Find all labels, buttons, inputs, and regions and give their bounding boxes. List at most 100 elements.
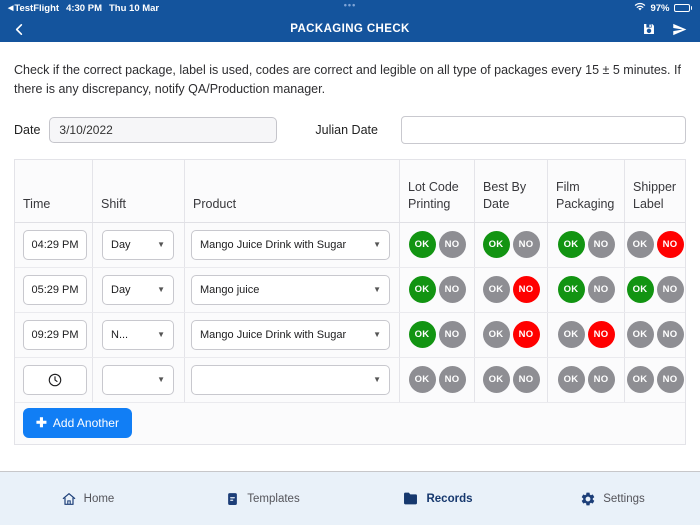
top-bar: ◀ TestFlight 4:30 PM Thu 10 Mar ••• 97% xyxy=(0,0,700,42)
tab-settings[interactable]: Settings xyxy=(525,491,700,507)
chevron-down-icon: ▼ xyxy=(373,285,381,294)
col-header-film: Film Packaging xyxy=(548,160,625,222)
product-value: Mango Juice Drink with Sugar xyxy=(200,239,346,251)
film-toggle: OKNO xyxy=(558,321,615,348)
time-value: 09:29 PM xyxy=(31,329,78,341)
time-value: 05:29 PM xyxy=(31,284,78,296)
return-to-app[interactable]: ◀ TestFlight xyxy=(8,3,59,14)
document-icon xyxy=(225,491,240,507)
tab-home[interactable]: Home xyxy=(0,491,175,507)
no-button[interactable]: NO xyxy=(657,321,684,348)
lot-code-toggle: OKNO xyxy=(409,231,466,258)
no-button[interactable]: NO xyxy=(657,366,684,393)
no-button[interactable]: NO xyxy=(657,231,684,258)
ok-button[interactable]: OK xyxy=(558,231,585,258)
no-button[interactable]: NO xyxy=(439,276,466,303)
shipper-toggle: OKNO xyxy=(627,321,684,348)
tab-records-label: Records xyxy=(426,493,472,505)
status-time: 4:30 PM xyxy=(66,3,102,14)
chevron-down-icon: ▼ xyxy=(157,330,165,339)
folder-icon xyxy=(402,491,419,506)
table-header-row: Time Shift Product Lot Code Printing Bes… xyxy=(15,160,685,223)
chevron-down-icon: ▼ xyxy=(373,375,381,384)
tab-records[interactable]: Records xyxy=(350,491,525,506)
no-button[interactable]: NO xyxy=(439,321,466,348)
status-bar: ◀ TestFlight 4:30 PM Thu 10 Mar ••• 97% xyxy=(0,0,700,16)
shift-select[interactable]: N...▼ xyxy=(102,320,174,350)
ok-button[interactable]: OK xyxy=(627,321,654,348)
time-value: 04:29 PM xyxy=(31,239,78,251)
save-button[interactable] xyxy=(642,22,656,36)
shift-select[interactable]: Day▼ xyxy=(102,275,174,305)
ok-button[interactable]: OK xyxy=(558,276,585,303)
page-title: PACKAGING CHECK xyxy=(0,23,700,35)
no-button[interactable]: NO xyxy=(513,231,540,258)
chevron-down-icon: ▼ xyxy=(373,240,381,249)
ok-button[interactable]: OK xyxy=(627,276,654,303)
instructions-text: Check if the correct package, label is u… xyxy=(14,61,686,100)
table-row: 05:29 PM Day▼ Mango juice▼ OKNO OKNO OKN… xyxy=(15,268,685,313)
no-button[interactable]: NO xyxy=(588,231,615,258)
product-select[interactable]: ▼ xyxy=(191,365,390,395)
no-button[interactable]: NO xyxy=(439,231,466,258)
chevron-down-icon: ▼ xyxy=(373,330,381,339)
ok-button[interactable]: OK xyxy=(409,366,436,393)
clock-icon xyxy=(47,372,63,388)
time-input[interactable]: 09:29 PM xyxy=(23,320,87,350)
film-toggle: OKNO xyxy=(558,366,615,393)
time-input[interactable] xyxy=(23,365,87,395)
film-toggle: OKNO xyxy=(558,231,615,258)
shipper-toggle: OKNO xyxy=(627,231,684,258)
packaging-check-table: Time Shift Product Lot Code Printing Bes… xyxy=(14,159,686,445)
shift-select[interactable]: Day▼ xyxy=(102,230,174,260)
table-row: 09:29 PM N...▼ Mango Juice Drink with Su… xyxy=(15,313,685,358)
ok-button[interactable]: OK xyxy=(627,366,654,393)
no-button[interactable]: NO xyxy=(588,276,615,303)
no-button[interactable]: NO xyxy=(513,366,540,393)
no-button[interactable]: NO xyxy=(588,366,615,393)
bottom-tab-bar: Home Templates Records Settings xyxy=(0,471,700,525)
shift-select[interactable]: ▼ xyxy=(102,365,174,395)
no-button[interactable]: NO xyxy=(588,321,615,348)
ok-button[interactable]: OK xyxy=(483,231,510,258)
time-input[interactable]: 04:29 PM xyxy=(23,230,87,260)
julian-date-field[interactable] xyxy=(401,116,686,144)
ok-button[interactable]: OK xyxy=(558,321,585,348)
ok-button[interactable]: OK xyxy=(409,276,436,303)
time-input[interactable]: 05:29 PM xyxy=(23,275,87,305)
add-another-button[interactable]: ✚ Add Another xyxy=(23,408,132,438)
date-field[interactable]: 3/10/2022 xyxy=(49,117,277,143)
send-button[interactable] xyxy=(671,22,688,37)
back-button[interactable] xyxy=(12,22,27,37)
ok-button[interactable]: OK xyxy=(483,321,510,348)
table-footer: ✚ Add Another xyxy=(15,403,685,444)
no-button[interactable]: NO xyxy=(513,321,540,348)
product-value: Mango Juice Drink with Sugar xyxy=(200,329,346,341)
tab-templates[interactable]: Templates xyxy=(175,491,350,507)
wifi-icon xyxy=(634,2,646,14)
product-select[interactable]: Mango Juice Drink with Sugar ▼ xyxy=(191,320,390,350)
film-toggle: OKNO xyxy=(558,276,615,303)
date-form-row: Date 3/10/2022 Julian Date xyxy=(14,116,686,144)
ok-button[interactable]: OK xyxy=(483,366,510,393)
lot-code-toggle: OKNO xyxy=(409,321,466,348)
product-select[interactable]: Mango juice▼ xyxy=(191,275,390,305)
shift-value: Day xyxy=(111,239,131,251)
no-button[interactable]: NO xyxy=(439,366,466,393)
no-button[interactable]: NO xyxy=(513,276,540,303)
ok-button[interactable]: OK xyxy=(409,231,436,258)
ok-button[interactable]: OK xyxy=(409,321,436,348)
ok-button[interactable]: OK xyxy=(627,231,654,258)
no-button[interactable]: NO xyxy=(657,276,684,303)
battery-icon xyxy=(674,4,693,12)
add-another-label: Add Another xyxy=(53,416,119,430)
return-app-label: TestFlight xyxy=(14,3,59,14)
table-row: 04:29 PM Day▼ Mango Juice Drink with Sug… xyxy=(15,223,685,268)
nav-bar: PACKAGING CHECK xyxy=(0,16,700,42)
gear-icon xyxy=(580,491,596,507)
product-select[interactable]: Mango Juice Drink with Sugar ▼ xyxy=(191,230,390,260)
ok-button[interactable]: OK xyxy=(483,276,510,303)
shift-value: Day xyxy=(111,284,131,296)
ok-button[interactable]: OK xyxy=(558,366,585,393)
col-header-best-by: Best By Date xyxy=(475,160,548,222)
